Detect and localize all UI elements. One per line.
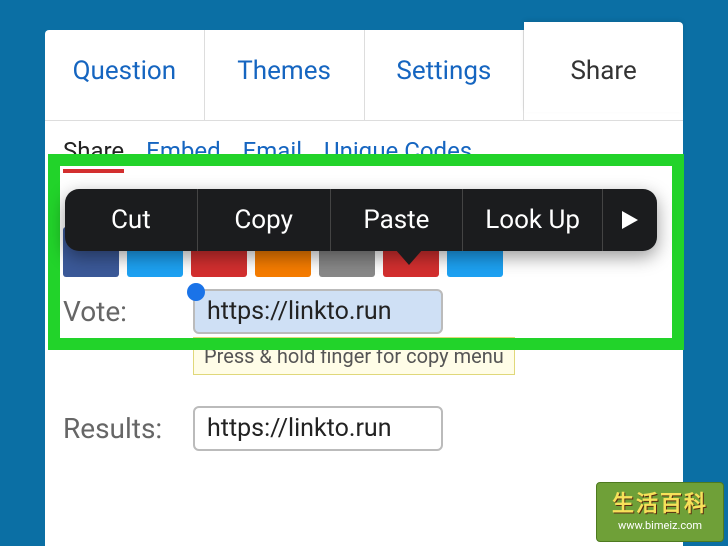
subtab-share[interactable]: Share (63, 137, 124, 173)
copy-tooltip: Press & hold finger for copy menu (193, 337, 515, 375)
subtab-embed[interactable]: Embed (146, 137, 220, 173)
share-panel: Question Themes Settings Share Share Emb… (45, 30, 683, 546)
vote-url-container: https://linkto.run Press & hold finger f… (193, 289, 443, 334)
tab-settings[interactable]: Settings (365, 30, 525, 120)
results-row: Results: https://linkto.run (63, 406, 665, 451)
tab-share[interactable]: Share (524, 22, 683, 112)
watermark-badge: 生活百科 www.bimeiz.com (596, 482, 724, 542)
watermark-url: www.bimeiz.com (618, 519, 702, 532)
selection-handle-icon[interactable] (187, 283, 205, 301)
menu-more-icon[interactable] (603, 189, 657, 251)
tab-question[interactable]: Question (45, 30, 205, 120)
context-menu-container: Cut Copy Paste Look Up (65, 189, 657, 251)
results-label: Results: (63, 412, 173, 445)
menu-pointer-icon (395, 249, 423, 265)
text-context-menu: Cut Copy Paste Look Up (65, 189, 657, 251)
vote-url-input[interactable]: https://linkto.run (193, 289, 443, 334)
menu-look-up[interactable]: Look Up (463, 189, 603, 251)
menu-cut[interactable]: Cut (65, 189, 198, 251)
share-content: Cut Copy Paste Look Up Vote: https://lin… (45, 179, 683, 461)
menu-paste[interactable]: Paste (331, 189, 464, 251)
subtab-unique-codes[interactable]: Unique Codes (324, 137, 472, 173)
tab-themes[interactable]: Themes (205, 30, 365, 120)
vote-label: Vote: (63, 295, 173, 328)
vote-row: Vote: https://linkto.run Press & hold fi… (63, 289, 665, 334)
watermark-title: 生活百科 (612, 492, 708, 518)
primary-tabs: Question Themes Settings Share (45, 30, 683, 121)
subtab-email[interactable]: Email (243, 137, 302, 173)
menu-copy[interactable]: Copy (198, 189, 331, 251)
share-subtabs: Share Embed Email Unique Codes (45, 121, 683, 179)
results-url-input[interactable]: https://linkto.run (193, 406, 443, 451)
